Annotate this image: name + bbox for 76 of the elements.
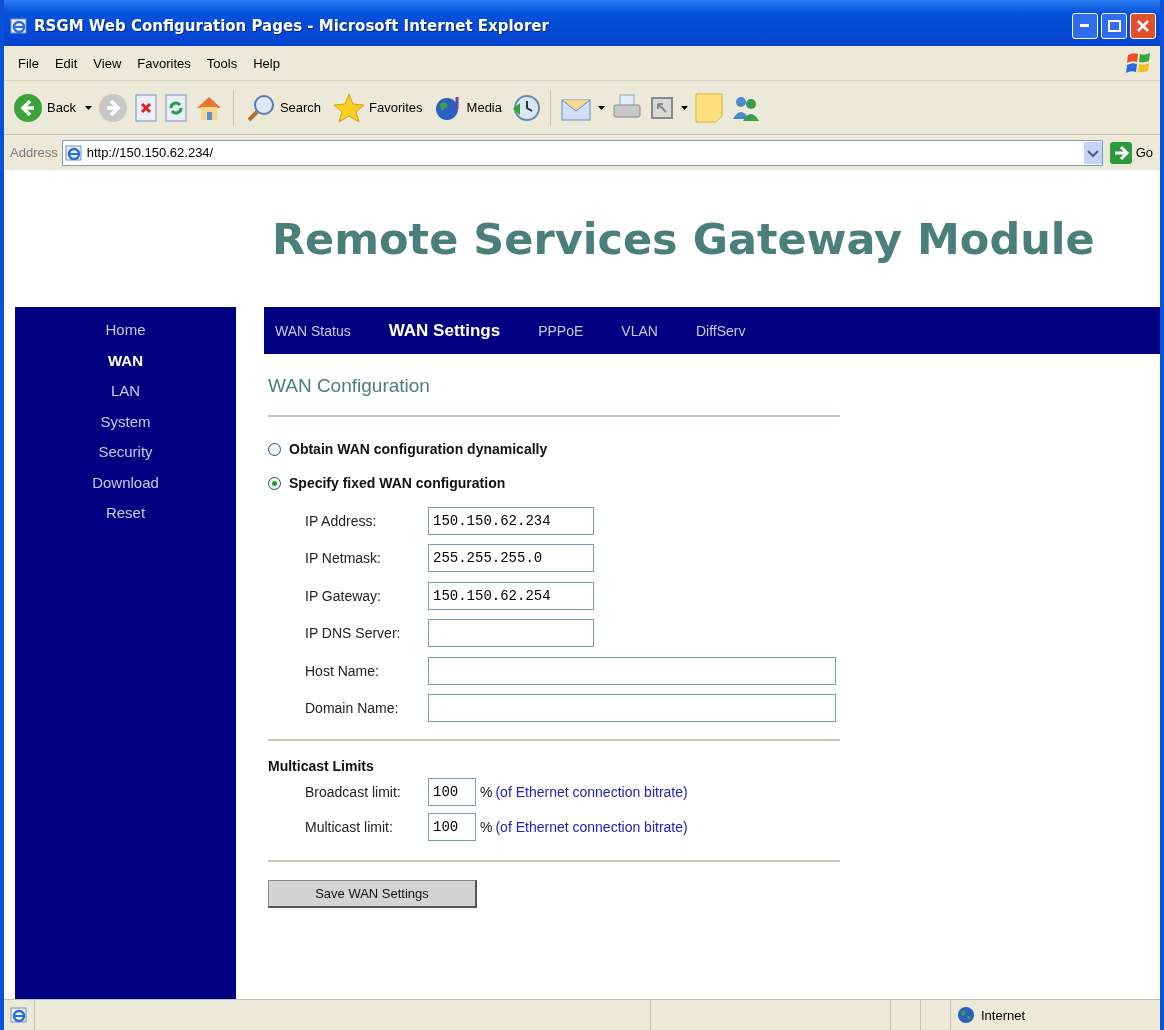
address-field[interactable]: http://150.150.62.234/ (61, 139, 1103, 166)
sidebar-link[interactable]: Security (98, 441, 153, 463)
back-button[interactable]: Back (10, 90, 79, 125)
field-label: Domain Name: (305, 700, 400, 717)
minimize-button[interactable] (1072, 13, 1098, 39)
favorites-button[interactable]: Favorites (330, 90, 426, 125)
globe-icon (957, 1006, 975, 1024)
sidebar-link[interactable]: WAN (108, 349, 143, 371)
input-field[interactable] (428, 619, 594, 648)
menu-item[interactable]: Edit (46, 55, 86, 71)
radio-button[interactable] (268, 476, 281, 490)
zone-label: Internet (981, 1007, 1026, 1023)
radio-button[interactable] (268, 442, 281, 456)
field-label: IP DNS Server: (305, 625, 402, 642)
maximize-icon (1107, 20, 1121, 32)
edit-icon[interactable] (649, 94, 675, 121)
radio-label: Obtain WAN configuration dynamically (289, 441, 548, 457)
refresh-icon[interactable] (163, 93, 188, 122)
unit-label: % (480, 783, 493, 800)
menu-item[interactable]: View (85, 55, 130, 71)
section-subtitle: Multicast Limits (268, 758, 375, 774)
tab[interactable]: WAN Settings (388, 320, 501, 341)
caret-icon[interactable] (598, 105, 605, 110)
section-title: WAN Configuration (268, 374, 431, 398)
input-field[interactable]: 100 (428, 812, 476, 841)
input-field[interactable]: 150.150.62.254 (428, 581, 594, 610)
field-label: Host Name: (305, 662, 380, 679)
window-title: RSGM Web Configuration Pages - Microsoft Internet Explorer (34, 17, 550, 35)
search-button[interactable]: Search (242, 90, 325, 125)
field-label: IP Address: (305, 512, 378, 529)
tab[interactable]: PPPoE (538, 322, 584, 339)
search-icon (245, 92, 276, 123)
save-button[interactable]: Save WAN Settings (268, 880, 477, 908)
browser-icon (10, 17, 28, 35)
radio-label: Specify fixed WAN configuration (289, 475, 506, 491)
menu-item[interactable]: File (10, 55, 47, 71)
minimize-icon (1080, 24, 1090, 28)
field-label: IP Gateway: (305, 587, 382, 604)
close-icon (1136, 19, 1150, 33)
field-label: Multicast limit: (305, 818, 394, 835)
sidebar-link[interactable]: Download (92, 471, 159, 493)
input-field[interactable]: 150.150.62.234 (428, 506, 594, 535)
sidebar-link[interactable]: LAN (110, 380, 141, 402)
menu-item[interactable]: Tools (198, 55, 246, 71)
sidebar-link[interactable]: Reset (105, 502, 146, 524)
caret-icon[interactable] (681, 105, 688, 110)
star-icon (333, 92, 366, 123)
maximize-button[interactable] (1101, 13, 1127, 39)
field-note: (of Ethernet connection bitrate) (495, 818, 688, 835)
menu-item[interactable]: Favorites (129, 55, 199, 71)
dropdown-button[interactable] (1083, 141, 1102, 164)
close-button[interactable] (1130, 13, 1156, 39)
page-icon (10, 1006, 28, 1024)
caret-icon[interactable] (84, 105, 92, 110)
menu-item[interactable]: Help (245, 55, 288, 71)
input-field[interactable]: 100 (428, 777, 476, 806)
field-label: IP Netmask: (305, 550, 382, 567)
tab[interactable]: VLAN (621, 322, 658, 339)
field-note: (of Ethernet connection bitrate) (495, 783, 688, 800)
address-label: Address (10, 145, 58, 160)
media-button[interactable]: Media (431, 91, 505, 124)
input-field[interactable]: 255.255.255.0 (428, 544, 594, 573)
tab[interactable]: WAN Status (275, 322, 351, 339)
windows-logo-icon (1126, 51, 1152, 75)
field-label: Broadcast limit: (305, 783, 402, 800)
tab[interactable]: DiffServ (695, 322, 746, 339)
stop-icon[interactable] (133, 93, 158, 122)
banner-title: Remote Services Gateway Module (272, 213, 1095, 264)
history-icon[interactable] (511, 92, 541, 123)
input-field[interactable] (428, 656, 836, 685)
go-button[interactable]: Go (1106, 139, 1156, 166)
input-field[interactable] (428, 694, 836, 723)
unit-label: % (480, 818, 493, 835)
sidebar-link[interactable]: System (100, 410, 151, 432)
sidebar-link[interactable]: Home (105, 319, 146, 341)
page-icon (64, 143, 83, 162)
